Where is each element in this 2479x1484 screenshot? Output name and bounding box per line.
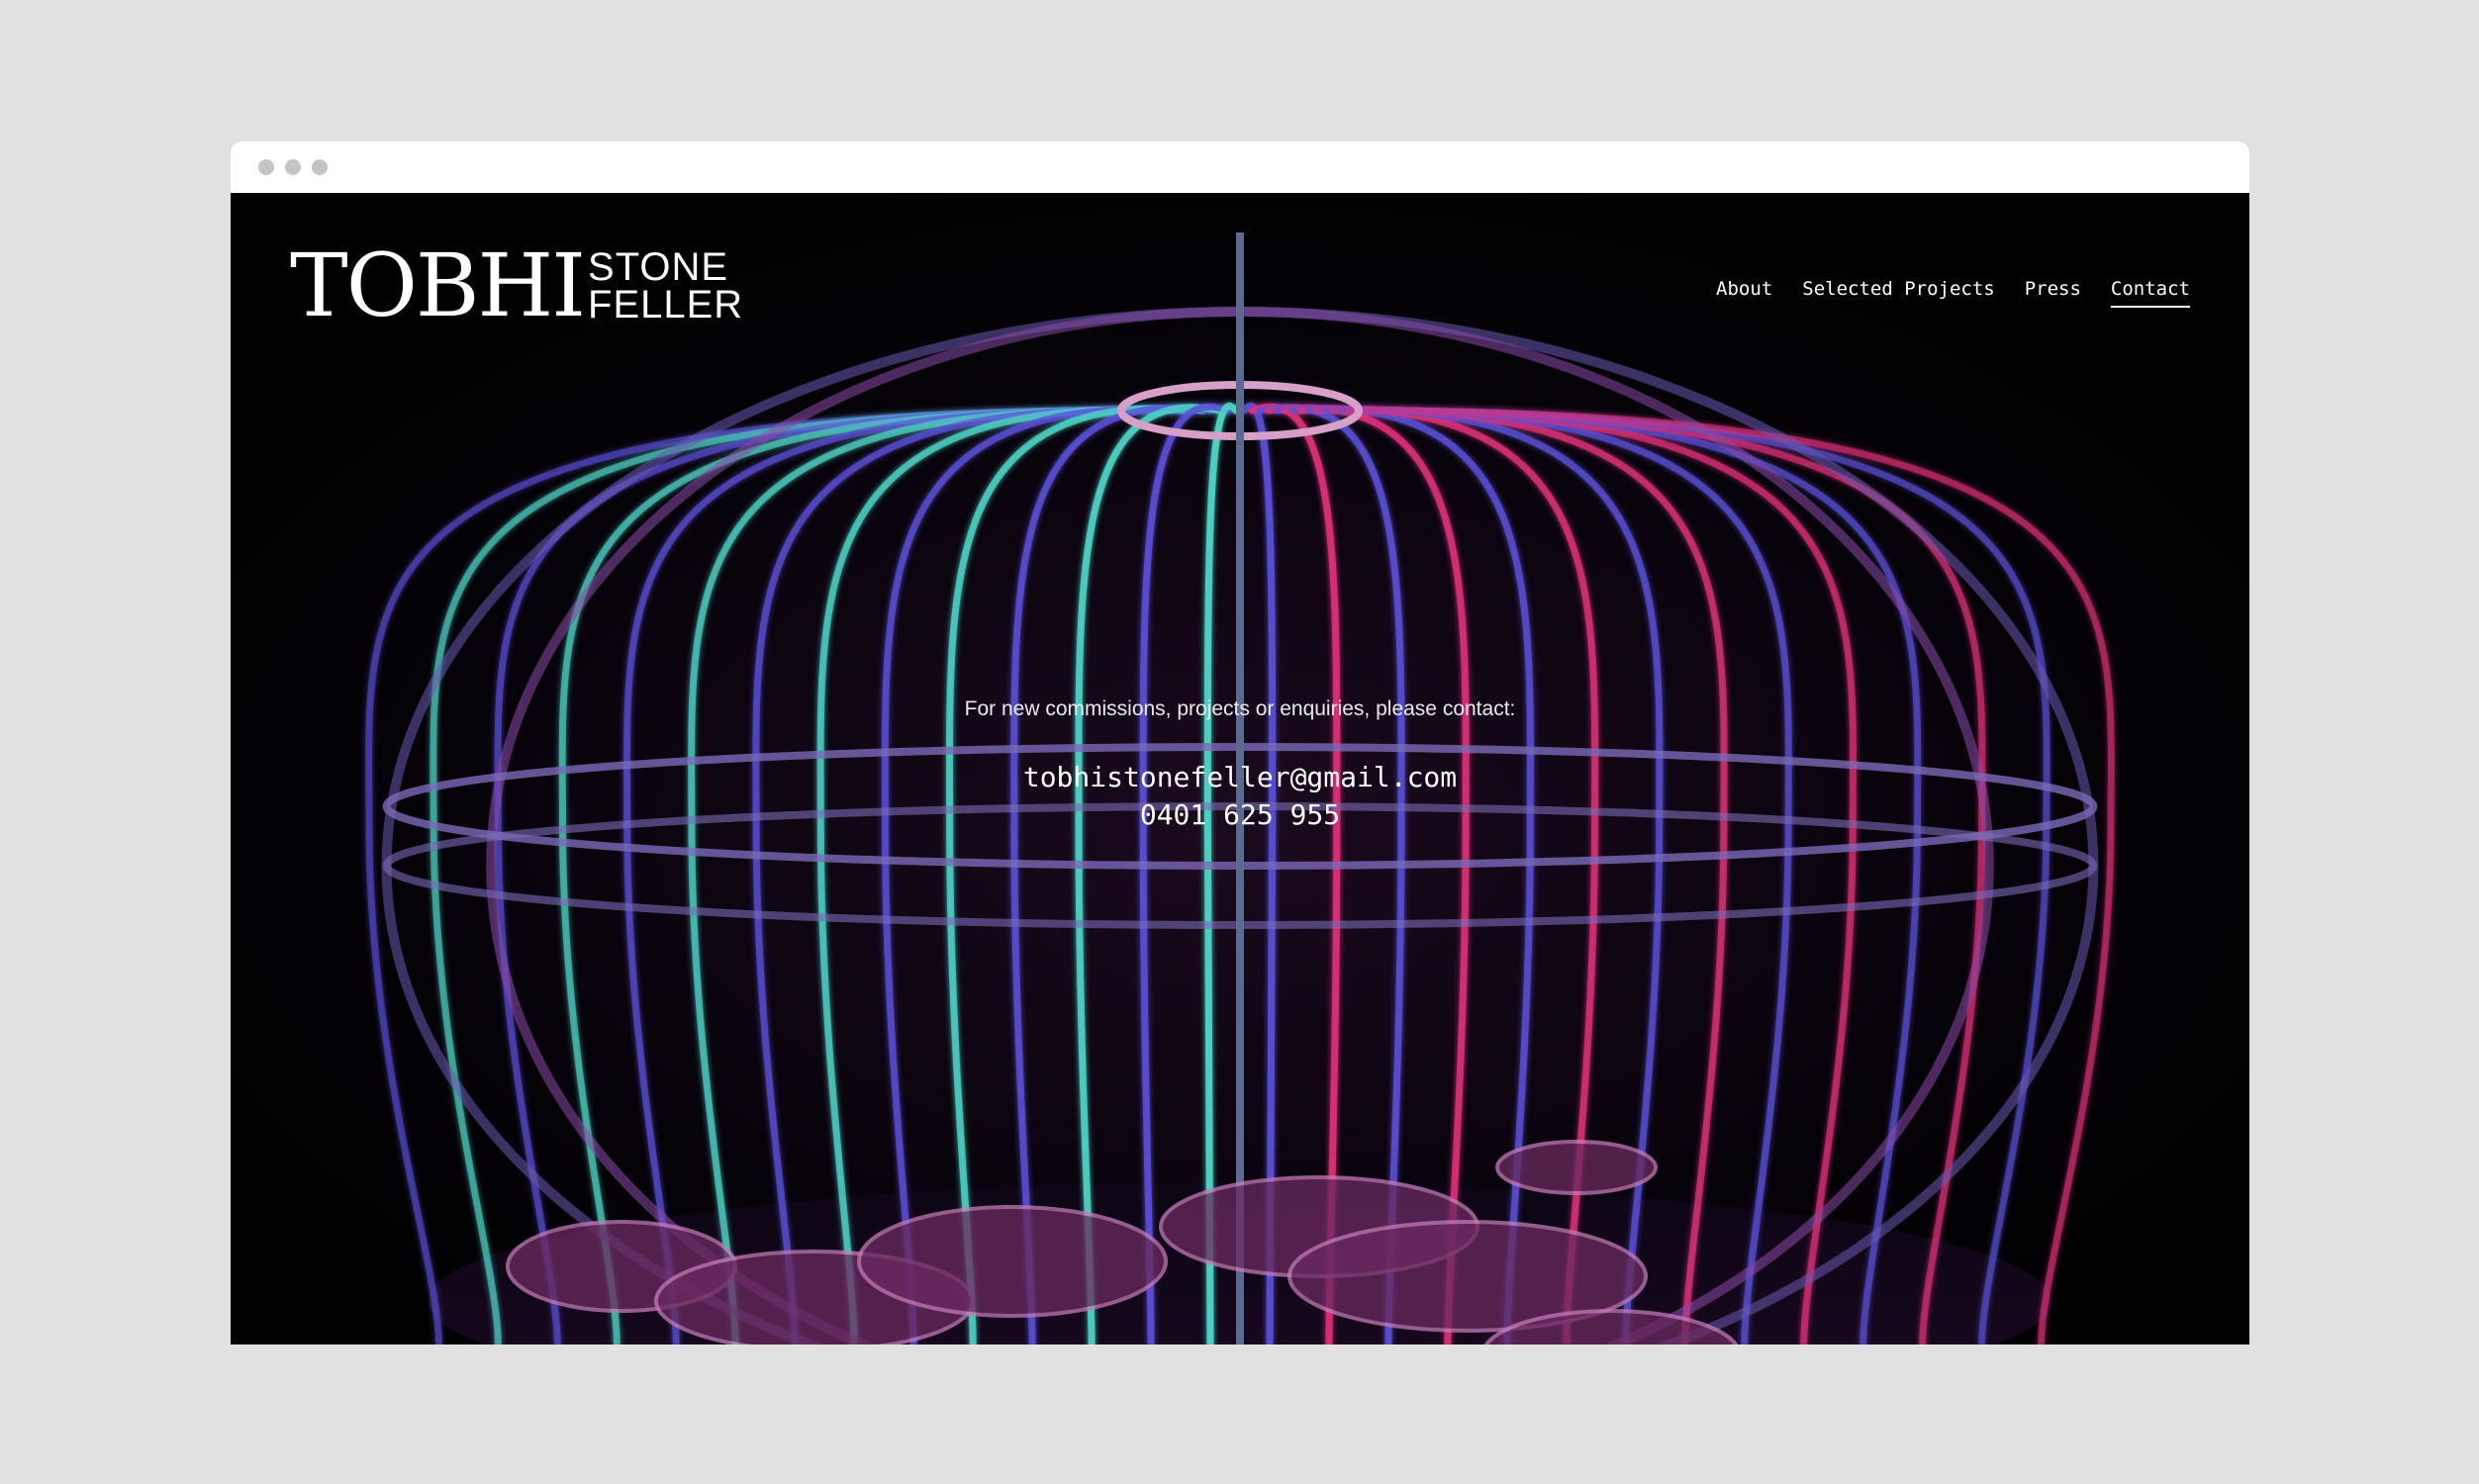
- logo-wordmark: TOBHI: [290, 234, 586, 336]
- nav-contact[interactable]: Contact: [2110, 278, 2190, 308]
- window-close-dot[interactable]: [258, 159, 274, 175]
- contact-phone-link[interactable]: 0401 625 955: [231, 796, 2249, 834]
- woven-seat: [1495, 1140, 1658, 1195]
- nav-selected-projects[interactable]: Selected Projects: [1802, 278, 1994, 308]
- contact-intro: For new commissions, projects or enquiri…: [964, 697, 1516, 720]
- browser-window: TOBHI STONE FELLER About Selected Projec…: [231, 141, 2249, 1345]
- logo-stack: STONE FELLER: [588, 245, 744, 326]
- nav-press[interactable]: Press: [2025, 278, 2081, 308]
- window-maximize-dot[interactable]: [312, 159, 328, 175]
- contact-email-link[interactable]: tobhistonefeller@gmail.com: [231, 759, 2249, 796]
- contact-block: For new commissions, projects or enquiri…: [231, 697, 2249, 834]
- browser-titlebar: [231, 141, 2249, 193]
- site-viewport: TOBHI STONE FELLER About Selected Projec…: [231, 193, 2249, 1345]
- site-logo[interactable]: TOBHI STONE FELLER: [290, 242, 743, 329]
- logo-line-2: FELLER: [588, 283, 744, 326]
- main-nav: About Selected Projects Press Contact: [1716, 278, 2190, 308]
- nav-about[interactable]: About: [1716, 278, 1772, 308]
- window-minimize-dot[interactable]: [285, 159, 301, 175]
- woven-seat: [857, 1205, 1168, 1318]
- logo-line-1: STONE: [588, 245, 729, 289]
